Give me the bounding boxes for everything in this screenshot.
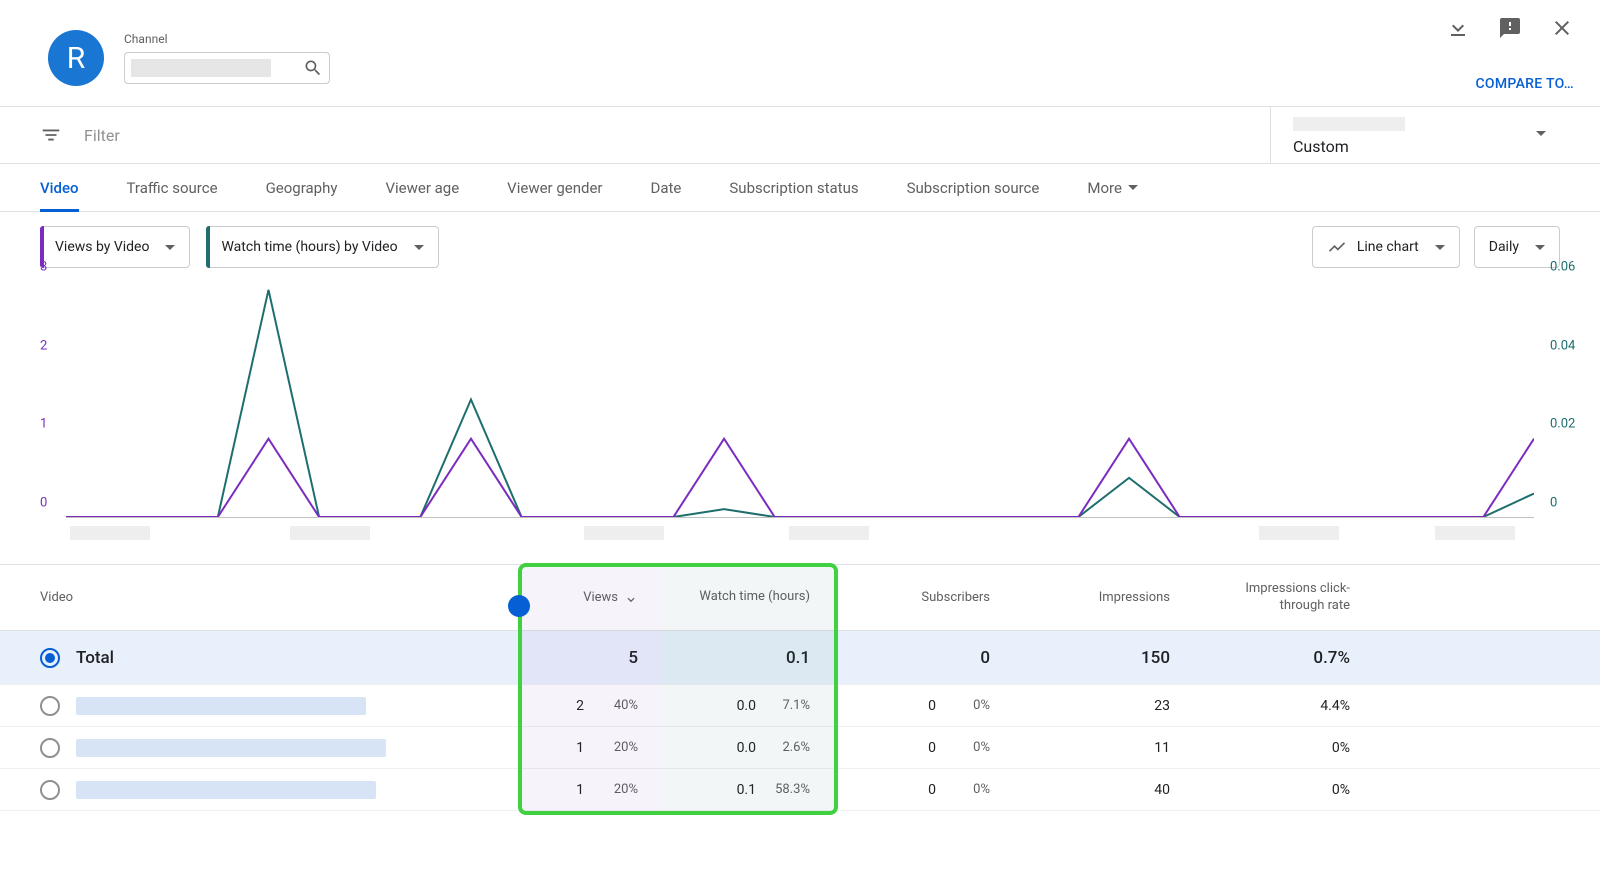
tab-viewer-gender[interactable]: Viewer gender (507, 164, 602, 211)
channel-header: R Channel (0, 0, 1600, 106)
close-icon[interactable] (1550, 16, 1574, 40)
radio-row[interactable] (40, 696, 60, 716)
tab-more[interactable]: More (1087, 164, 1138, 211)
chart-controls: Views by Video Watch time (hours) by Vid… (0, 212, 1600, 282)
tab-date[interactable]: Date (651, 164, 682, 211)
filter-bar: Filter Custom (0, 106, 1600, 164)
table-row[interactable]: 240%0.07.1%00%234.4% (0, 685, 1600, 727)
date-range-redacted (1293, 117, 1405, 131)
video-title-redacted (76, 697, 366, 715)
channel-label: Channel (124, 32, 330, 46)
download-icon[interactable] (1446, 16, 1470, 40)
chevron-down-icon (165, 245, 175, 250)
highlight-dot (508, 595, 530, 617)
feedback-icon[interactable] (1498, 16, 1522, 40)
chevron-down-icon (414, 245, 424, 250)
table-row[interactable]: 120%0.02.6%00%110% (0, 727, 1600, 769)
tab-subscription-source[interactable]: Subscription source (907, 164, 1040, 211)
date-range-selector[interactable]: Custom (1270, 107, 1560, 163)
chart-type-selector[interactable]: Line chart (1312, 226, 1460, 268)
metrics-table: Video Views Watch time (hours) Subscribe… (0, 564, 1600, 811)
video-title-redacted (76, 781, 376, 799)
tab-geography[interactable]: Geography (266, 164, 338, 211)
chart: 0123 00.020.040.06 (0, 282, 1600, 552)
filter-input[interactable]: Filter (84, 126, 120, 145)
sort-views[interactable]: Views (522, 590, 662, 605)
dimension-tabs: Video Traffic source Geography Viewer ag… (0, 164, 1600, 212)
avatar[interactable]: R (48, 30, 104, 86)
table-row[interactable]: 120%0.158.3%00%400% (0, 769, 1600, 811)
search-value-redacted (131, 59, 271, 77)
granularity-selector[interactable]: Daily (1474, 226, 1560, 268)
line-chart-icon (1327, 237, 1347, 257)
tab-subscription-status[interactable]: Subscription status (729, 164, 858, 211)
compare-to-link[interactable]: COMPARE TO… (1475, 76, 1574, 92)
chevron-down-icon (1435, 245, 1445, 250)
radio-total[interactable] (40, 648, 60, 668)
channel-search[interactable] (124, 52, 330, 84)
radio-row[interactable] (40, 738, 60, 758)
arrow-down-icon (624, 591, 638, 605)
table-row-total[interactable]: Total 5 0.1 0 150 0.7% (0, 631, 1600, 685)
filter-icon[interactable] (40, 124, 62, 146)
metric-selector-watch-time[interactable]: Watch time (hours) by Video (206, 226, 438, 268)
tab-video[interactable]: Video (40, 164, 79, 211)
table-header: Video Views Watch time (hours) Subscribe… (0, 565, 1600, 631)
tab-viewer-age[interactable]: Viewer age (385, 164, 459, 211)
metric-selector-views[interactable]: Views by Video (40, 226, 190, 268)
search-icon[interactable] (303, 58, 323, 78)
chevron-down-icon (1536, 131, 1546, 136)
tab-traffic-source[interactable]: Traffic source (127, 164, 218, 211)
radio-row[interactable] (40, 780, 60, 800)
chevron-down-icon (1535, 245, 1545, 250)
chevron-down-icon (1128, 185, 1138, 190)
video-title-redacted (76, 739, 386, 757)
